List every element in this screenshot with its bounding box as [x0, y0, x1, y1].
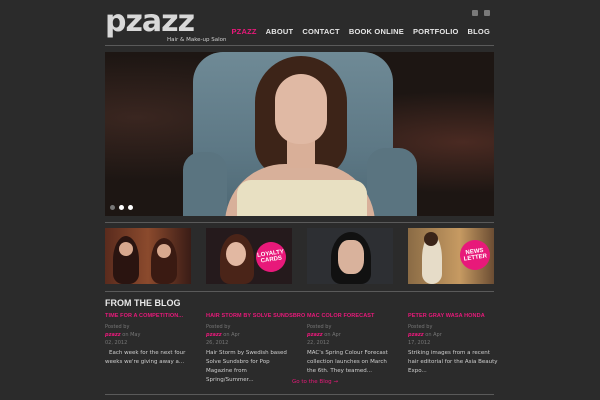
thumbs-divider: [105, 291, 494, 292]
blog-post-on: on Apr: [425, 332, 442, 338]
thumb-face: [226, 242, 246, 266]
social-icons: [472, 10, 490, 16]
hero-model-dress: [237, 180, 367, 216]
header-divider: [105, 45, 494, 46]
blog-post-posted: Posted by: [206, 324, 231, 330]
rss-icon[interactable]: [472, 10, 478, 16]
blog-post-excerpt: Hair Storm by Swedish based Solve Sundsb…: [206, 350, 287, 383]
blog-post-excerpt: Striking images from a recent hair edito…: [408, 350, 498, 374]
blog-post-posted: Posted by: [408, 324, 433, 330]
hero-chair-arm-right: [367, 148, 417, 216]
hero-slider[interactable]: [105, 52, 494, 216]
main-nav: PZAZZ ABOUT CONTACT BOOK ONLINE PORTFOLI…: [231, 27, 490, 36]
thumb-face: [119, 242, 133, 256]
blog-post-date: 02, 2012: [105, 340, 128, 346]
nav-item-about[interactable]: ABOUT: [266, 27, 294, 36]
blog-post-date: 26, 2012: [206, 340, 229, 346]
thumb-newsletter[interactable]: NEWS LETTER: [408, 228, 494, 284]
nav-item-contact[interactable]: CONTACT: [302, 27, 340, 36]
slider-dots: [110, 205, 133, 210]
twitter-icon[interactable]: [484, 10, 490, 16]
blog-post-title[interactable]: MAC COLOR FORECAST: [307, 313, 397, 319]
nav-item-pzazz[interactable]: PZAZZ: [231, 27, 256, 36]
blog-post-on: on May: [122, 332, 141, 338]
logo-wordmark: pzazz: [105, 4, 195, 39]
blog-post-date: 22, 2012: [307, 340, 330, 346]
blog-post-excerpt: MAC's Spring Colour Forecast collection …: [307, 350, 388, 374]
blog-post: PETER GRAY WASA HONDA Posted by pzazz on…: [408, 313, 498, 376]
blog-post-on: on Apr: [223, 332, 240, 338]
slider-dot-3[interactable]: [128, 205, 133, 210]
blog-post-date: 17, 2012: [408, 340, 431, 346]
blog-post-meta: Posted by pzazz on Apr 17, 2012: [408, 323, 498, 347]
blog-post-meta: Posted by pzazz on Apr 26, 2012: [206, 323, 296, 347]
nav-item-portfolio[interactable]: PORTFOLIO: [413, 27, 459, 36]
blog-post-meta: Posted by pzazz on Apr 22, 2012: [307, 323, 397, 347]
blog-post-title[interactable]: PETER GRAY WASA HONDA: [408, 313, 498, 319]
goto-blog-link[interactable]: Go to the Blog →: [292, 379, 338, 385]
logo[interactable]: pzazz Hair & Make-up Salon: [105, 4, 227, 44]
blog-post-author[interactable]: pzazz: [105, 332, 121, 338]
page: pzazz Hair & Make-up Salon PZAZZ ABOUT C…: [105, 0, 498, 400]
thumb-face: [338, 240, 364, 274]
slider-dot-1[interactable]: [110, 205, 115, 210]
blog-post: HAIR STORM BY SOLVE SUNDSBRO Posted by p…: [206, 313, 305, 385]
footer-divider: [105, 394, 494, 395]
promo-thumbnails: LOYALTY CARDS NEWS LETTER: [105, 228, 494, 286]
hero-model-face: [275, 74, 327, 144]
blog-post-title[interactable]: TIME FOR A COMPETITION...: [105, 313, 195, 319]
logo-tagline: Hair & Make-up Salon: [167, 37, 227, 43]
blog-post-author[interactable]: pzazz: [408, 332, 424, 338]
loyalty-badge: LOYALTY CARDS: [254, 240, 288, 274]
blog-post-posted: Posted by: [105, 324, 130, 330]
blog-section-title: FROM THE BLOG: [105, 298, 181, 308]
hero-divider: [105, 222, 494, 223]
blog-post-meta: Posted by pzazz on May 02, 2012: [105, 323, 195, 347]
nav-item-blog[interactable]: BLOG: [468, 27, 490, 36]
thumb-loyalty-cards[interactable]: LOYALTY CARDS: [206, 228, 292, 284]
slider-dot-2[interactable]: [119, 205, 124, 210]
thumb-salon-models[interactable]: [105, 228, 191, 284]
blog-post-excerpt: Each week for the next four weeks we're …: [105, 350, 186, 365]
thumb-face: [157, 244, 171, 258]
hero-chair-arm-left: [183, 152, 227, 216]
blog-post-author[interactable]: pzazz: [307, 332, 323, 338]
nav-item-book-online[interactable]: BOOK ONLINE: [349, 27, 404, 36]
blog-post: MAC COLOR FORECAST Posted by pzazz on Ap…: [307, 313, 397, 376]
blog-post-author[interactable]: pzazz: [206, 332, 222, 338]
newsletter-badge: NEWS LETTER: [458, 238, 492, 272]
blog-post-posted: Posted by: [307, 324, 332, 330]
thumb-face: [424, 232, 438, 246]
blog-post-title[interactable]: HAIR STORM BY SOLVE SUNDSBRO: [206, 313, 305, 319]
thumb-bob-haircut[interactable]: [307, 228, 393, 284]
blog-post-on: on Apr: [324, 332, 341, 338]
blog-post: TIME FOR A COMPETITION... Posted by pzaz…: [105, 313, 195, 367]
